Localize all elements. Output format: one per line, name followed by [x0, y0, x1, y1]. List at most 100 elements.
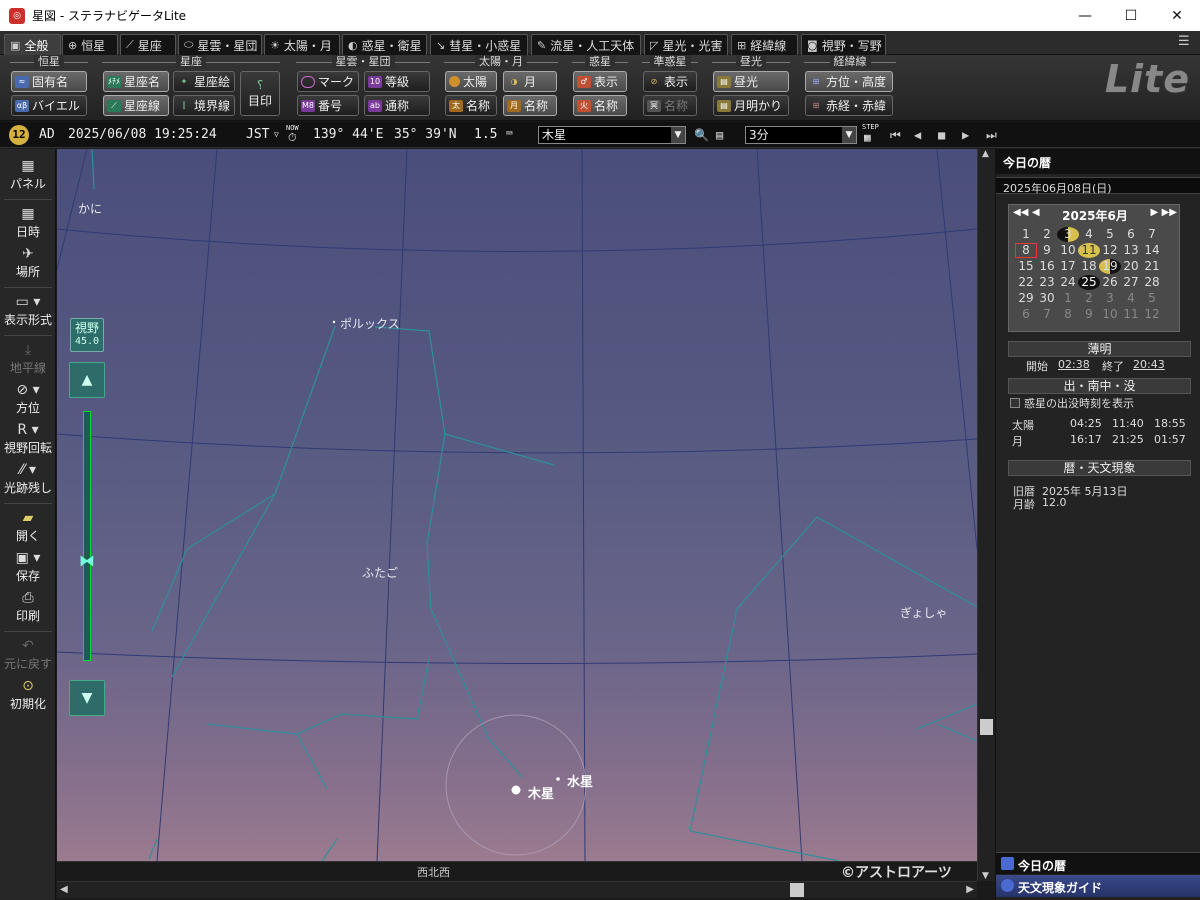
calendar-day[interactable]: 19: [1099, 259, 1121, 274]
calendar-day[interactable]: 25: [1078, 275, 1100, 290]
tab-comets[interactable]: ↘ 彗星・小惑星: [430, 34, 528, 55]
planet-label-jupiter[interactable]: 木星: [528, 783, 554, 802]
play-icon[interactable]: ▶: [962, 128, 969, 142]
planet-rise-set-checkbox[interactable]: 惑星の出没時刻を表示: [1010, 395, 1134, 411]
calendar-day[interactable]: 3: [1057, 227, 1079, 242]
constellation-label-futago[interactable]: ふたご: [362, 564, 398, 581]
time-step-select[interactable]: 3分 ▼: [745, 126, 857, 144]
zoom-slider-thumb[interactable]: ⧓: [68, 552, 106, 570]
calendar-day[interactable]: 9: [1078, 307, 1100, 322]
calendar-day[interactable]: 11: [1078, 243, 1100, 258]
open-button[interactable]: ▰ 開く: [0, 509, 56, 544]
skip-forward-icon[interactable]: ⏭: [986, 128, 997, 143]
calendar-day[interactable]: 2: [1036, 227, 1058, 242]
constellation-label-kani[interactable]: かに: [78, 200, 102, 217]
tab-nebulae[interactable]: ⬭ 星雲・星団: [178, 34, 262, 55]
maximize-button[interactable]: ☐: [1108, 0, 1154, 31]
calendar-day[interactable]: 6: [1015, 307, 1037, 322]
horizontal-scrollbar[interactable]: ◀ ▶: [57, 881, 977, 898]
dwarf-name-button[interactable]: 冥名称: [643, 95, 697, 116]
star-label-pollux[interactable]: ポルックス: [340, 315, 400, 332]
calendar-day[interactable]: 7: [1036, 307, 1058, 322]
marker-button[interactable]: ⸮ 目印: [240, 71, 280, 116]
calendar-day[interactable]: 11: [1120, 307, 1142, 322]
next-month-icon[interactable]: ▶ ▶▶: [1150, 207, 1177, 218]
calendar-day[interactable]: 15: [1015, 259, 1037, 274]
scroll-left-icon[interactable]: ◀: [60, 884, 68, 895]
calendar-day[interactable]: 10: [1099, 307, 1121, 322]
tab-general[interactable]: ▣ 全般: [4, 34, 61, 55]
longitude-display[interactable]: 139° 44'E: [313, 127, 383, 142]
undo-button[interactable]: ↶ 元に戻す: [0, 637, 56, 672]
minimize-button[interactable]: —: [1062, 0, 1108, 31]
star-chart-view[interactable]: かに ポルックス ふたご ぎょしゃ 木星 水星: [57, 149, 977, 861]
nebula-magnitude-button[interactable]: 10 等級: [364, 71, 430, 92]
tab-starlight[interactable]: ◸ 星光・光害: [644, 34, 728, 55]
calendar-day[interactable]: 26: [1099, 275, 1121, 290]
calendar-day[interactable]: 2: [1078, 291, 1100, 306]
constellation-line-button[interactable]: ⟋ 星座線: [103, 95, 169, 116]
nebula-number-button[interactable]: M8 番号: [297, 95, 359, 116]
calendar-day[interactable]: 27: [1120, 275, 1142, 290]
tab-sun-moon[interactable]: ☀ 太陽・月: [264, 34, 340, 55]
pollux-marker[interactable]: [332, 320, 336, 324]
calendar-day[interactable]: 16: [1036, 259, 1058, 274]
horizontal-scroll-thumb[interactable]: [790, 883, 804, 897]
bayer-button[interactable]: αβ バイエル: [11, 95, 87, 116]
constellation-name-button[interactable]: ﾒﾁﾒ 星座名: [103, 71, 169, 92]
calendar-day[interactable]: 5: [1099, 227, 1121, 242]
scroll-up-icon[interactable]: ▲: [982, 149, 989, 159]
planet-name-button[interactable]: 火名称: [573, 95, 627, 116]
vertical-scrollbar[interactable]: ▲ ▼: [977, 149, 995, 881]
panel-button[interactable]: ▦ パネル: [0, 157, 56, 192]
calendar-day[interactable]: 28: [1141, 275, 1163, 290]
radec-grid-button[interactable]: ⊞ 赤経・赤緯: [805, 95, 893, 116]
calendar-day[interactable]: 10: [1057, 243, 1079, 258]
fov-indicator[interactable]: 視野 45.0: [70, 318, 104, 352]
calendar-day[interactable]: 4: [1078, 227, 1100, 242]
moon-name-button[interactable]: 月名称: [503, 95, 557, 116]
prev-month-icon[interactable]: ◀◀ ◀: [1013, 207, 1040, 218]
hamburger-menu-icon[interactable]: ☰: [1178, 35, 1194, 49]
calendar-day[interactable]: 29: [1015, 291, 1037, 306]
calendar-day[interactable]: 18: [1078, 259, 1100, 274]
calendar-day[interactable]: 1: [1057, 291, 1079, 306]
calendar-day[interactable]: 14: [1141, 243, 1163, 258]
calendar-day[interactable]: 23: [1036, 275, 1058, 290]
constellation-art-button[interactable]: ✦ 星座絵: [173, 71, 235, 92]
tab-meteors[interactable]: ✎ 流星・人工天体: [531, 34, 641, 55]
scroll-down-icon[interactable]: ▼: [982, 871, 989, 881]
reset-button[interactable]: ⊙ 初期化: [0, 677, 56, 712]
keyboard-icon[interactable]: ⌨: [506, 127, 513, 140]
nebula-common-button[interactable]: ab 通称: [364, 95, 430, 116]
calendar-day[interactable]: 1: [1015, 227, 1037, 242]
planet-label-mercury[interactable]: 水星: [567, 771, 593, 790]
constellation-label-gyosha[interactable]: ぎょしゃ: [900, 604, 947, 621]
calendar-day[interactable]: 7: [1141, 227, 1163, 242]
sun-button[interactable]: 太陽: [445, 71, 497, 92]
calendar-day[interactable]: 6: [1120, 227, 1142, 242]
phenomena-guide-tab[interactable]: 天文現象ガイド: [996, 875, 1200, 897]
calendar-day[interactable]: 22: [1015, 275, 1037, 290]
calendar-day[interactable]: 12: [1141, 307, 1163, 322]
now-clock-icon[interactable]: ⏱: [288, 131, 297, 145]
today-calendar-tab[interactable]: 今日の暦: [996, 852, 1200, 874]
trail-button[interactable]: ⁄⁄ ▾ 光跡残し: [0, 461, 56, 496]
save-button[interactable]: ▣ ▾ 保存: [0, 549, 56, 584]
jupiter-marker[interactable]: [511, 785, 521, 795]
list-icon[interactable]: ▤: [716, 128, 723, 142]
zoom-in-button[interactable]: ▲: [69, 362, 105, 398]
calendar-day[interactable]: 21: [1141, 259, 1163, 274]
daylight-button[interactable]: ▤ 昼光: [713, 71, 789, 92]
calendar-day[interactable]: 17: [1057, 259, 1079, 274]
scroll-right-icon[interactable]: ▶: [966, 884, 974, 895]
planet-show-button[interactable]: ♂ 表示: [573, 71, 627, 92]
tab-constellations[interactable]: ⟋ 星座: [120, 34, 176, 55]
calendar-day[interactable]: 8: [1015, 243, 1037, 258]
latitude-display[interactable]: 35° 39'N: [394, 127, 457, 142]
skip-back-icon[interactable]: ⏮: [890, 128, 901, 143]
altaz-grid-button[interactable]: ⊞ 方位・高度: [805, 71, 893, 92]
horizon-button[interactable]: ⤓ 地平線: [0, 341, 56, 376]
nebula-mark-button[interactable]: マーク: [297, 71, 359, 92]
twilight-start-value[interactable]: 02:38: [1058, 358, 1090, 371]
